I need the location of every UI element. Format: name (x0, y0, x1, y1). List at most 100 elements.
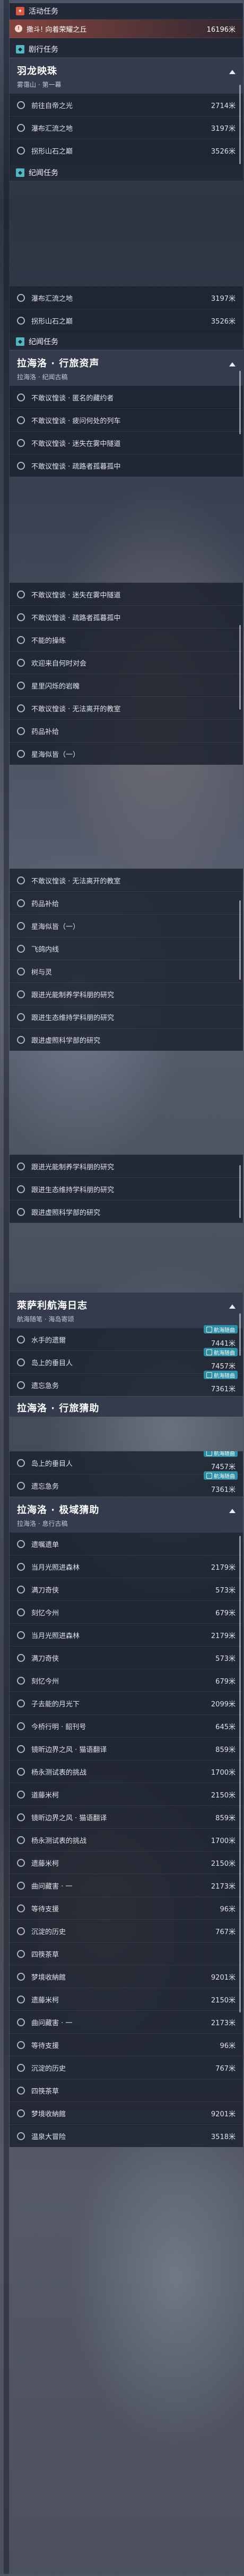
main-quest-header[interactable]: 拉海洛 · 行旅资声 拉海洛 · 纪闻古稿 (10, 350, 243, 386)
quest-objective[interactable]: 等待支援 96米 (10, 1897, 243, 1919)
quest-objective[interactable]: 星里闪烁的岩魄 (10, 674, 243, 696)
main-quest-title: 拉海洛 · 行旅资声 (17, 358, 100, 369)
quest-objective[interactable]: 拐形山石之巅 3526米 (10, 139, 243, 162)
quest-objective[interactable]: 曲问藏害 · 一 2173米 (10, 1874, 243, 1897)
quest-objective[interactable]: 当月光照进森林 2179米 (10, 1623, 243, 1646)
chronicle-section-header[interactable]: ◆ 纪闻任务 (10, 165, 243, 181)
quest-objective[interactable]: 等待支援 96米 (10, 2033, 243, 2056)
scrollbar[interactable] (239, 1313, 241, 1356)
quest-objective[interactable]: 不敢议惶谈 · 无法离开的教室 (10, 869, 243, 891)
quest-objective[interactable]: 树与灵 (10, 960, 243, 982)
objective-circle-icon (17, 1813, 25, 1821)
scrollbar[interactable] (239, 85, 241, 164)
objective-distance: 767米 (215, 2064, 236, 2073)
scrollbar[interactable] (239, 900, 241, 980)
objective-distance: 859米 (215, 1814, 236, 1822)
quest-objective[interactable]: 不敢议惶谈 · 迷失在雾中隧道 (10, 583, 243, 605)
active-event-distance: 16196米 (206, 25, 236, 34)
quest-objective[interactable]: 沉淀的历史 767米 (10, 1919, 243, 1942)
quest-objective[interactable]: 航海随曲 水手的遗爾 7441米 (10, 1325, 243, 1350)
objective-circle-icon (17, 590, 25, 598)
quest-objective[interactable]: 道藤米柯 2150米 (10, 1783, 243, 1805)
quest-objective[interactable]: 不敢议惶谈 · 迷失在雾中隧道 (10, 431, 243, 454)
quest-objective[interactable]: 曲问藏害 · 一 2173米 (10, 2010, 243, 2033)
quest-objective[interactable]: 拐形山石之巅 3526米 (10, 309, 243, 332)
quest-objective[interactable]: 不敢议惶谈 · 无法离开的教室 (10, 696, 243, 719)
event-section-header[interactable]: ✦ 活动任务 (10, 3, 243, 20)
quest-objective[interactable]: 满刀奇侠 573米 (10, 1578, 243, 1600)
scrollbar[interactable] (239, 1536, 241, 2012)
quest-objective[interactable]: 航海随曲 遗忘急务 7361米 (10, 1471, 243, 1497)
quest-objective[interactable]: 梦境收納館 9201米 (10, 1965, 243, 1988)
quest-objective[interactable]: 瀑布汇流之地 3197米 (10, 286, 243, 309)
quest-objective[interactable]: 瀑布汇流之地 3197米 (10, 116, 243, 139)
objective-circle-icon (17, 2018, 25, 2026)
quest-objective[interactable]: 欢迎来自何时对会 (10, 651, 243, 674)
quest-objective[interactable]: 不能的操练 (10, 628, 243, 651)
quest-objective[interactable]: 刻忆今州 679米 (10, 1669, 243, 1692)
final-quest-header[interactable]: 拉海洛 · 极域猜助 拉海洛 · 息行古稿 (10, 1497, 243, 1532)
quest-objective[interactable]: 跟进光能制养学科朋的研究 (10, 1155, 243, 1177)
story-quest-header[interactable]: 羽龙映珠 雾霭山 · 第一幕 (10, 58, 243, 93)
quest-objective[interactable]: 满刀奇侠 573米 (10, 1646, 243, 1669)
quest-objective[interactable]: 镜昕边界之风 · 猫语翻译 859米 (10, 1805, 243, 1828)
objective-label: 刻忆今州 (31, 1677, 59, 1686)
story-section-header[interactable]: ◆ 剧行任务 (10, 41, 243, 58)
tracker-panel-main-quest: 瀑布汇流之地 3197米 拐形山石之巅 3526米 ◆ 纪闻任务 拉海洛 · 行旅资… (10, 286, 243, 477)
quest-objective[interactable]: 跟进虚照科学部的研究 (10, 1028, 243, 1051)
quest-objective[interactable]: 不敢议惶谈 · 疲问何处的列车 (10, 408, 243, 431)
objective-label: 沉淀的历史 (31, 1928, 66, 1936)
quest-objective[interactable]: 飞鸽内线 (10, 937, 243, 960)
quest-objective[interactable]: 跟进光能制养学科朋的研究 (10, 982, 243, 1005)
quest-objective[interactable]: 杨永测试表的挑战 1700米 (10, 1828, 243, 1851)
quest-objective[interactable]: 子去能的月光下 2099米 (10, 1692, 243, 1714)
scrollbar[interactable] (239, 625, 241, 710)
scrollbar[interactable] (239, 1165, 241, 1218)
objective-label: 等待支援 (31, 1905, 59, 1913)
voyage-quest-header[interactable]: 萊萨利航海日志 航海随笔 · 海岛寄颂 (10, 1292, 243, 1328)
quest-objective[interactable]: 四筷茶草 (10, 2079, 243, 2101)
collapse-chevron-icon[interactable] (229, 1304, 236, 1309)
objective-distance: 2150米 (211, 1996, 236, 2005)
objective-label: 四筷茶草 (31, 1951, 59, 1959)
quest-objective[interactable]: 跟进生态维持学科朋的研究 (10, 1005, 243, 1028)
quest-objective[interactable]: 今桥行明 · 韶刊号 645米 (10, 1714, 243, 1737)
quest-objective[interactable]: 跟进虚照科学部的研究 (10, 1200, 243, 1223)
quest-objective[interactable]: 前往自帝之光 2714米 (10, 93, 243, 116)
quest-objective[interactable]: 跟进生态维持学科朋的研究 (10, 1177, 243, 1200)
quest-objective[interactable]: 温泉大冒险 3518米 (10, 2124, 243, 2147)
objective-distance: 679米 (215, 1609, 236, 1617)
quest-objective[interactable]: 星海似皆（一） (10, 914, 243, 937)
quest-objective[interactable]: 药品补给 (10, 891, 243, 914)
quest-objective[interactable]: 梦境收納館 9201米 (10, 2101, 243, 2124)
quest-objective[interactable]: 遗藤米柯 2150米 (10, 1851, 243, 1874)
quest-objective[interactable]: 当月光照进森林 2179米 (10, 1555, 243, 1578)
quest-objective[interactable]: 镜昕边界之风 · 猫语翻译 859米 (10, 1737, 243, 1760)
quest-objective[interactable]: 刻忆今州 679米 (10, 1600, 243, 1623)
scrollbar[interactable] (239, 371, 241, 434)
quest-objective[interactable]: 遗嘱遗单 (10, 1532, 243, 1555)
quest-objective[interactable]: 不敢议惶谈 · 疏路者孤暮孤中 (10, 454, 243, 477)
collapse-chevron-icon[interactable] (229, 1509, 236, 1513)
quest-objective[interactable]: 航海随曲 岛上的垂目人 7457米 (10, 1451, 243, 1474)
quest-objective[interactable]: 四筷茶草 (10, 1942, 243, 1965)
quest-objective[interactable]: 沉淀的历史 767米 (10, 2056, 243, 2079)
objective-circle-icon (17, 613, 25, 621)
quest-objective[interactable]: 航海随曲 岛上的垂目人 7457米 (10, 1348, 243, 1373)
quest-objective[interactable]: 药品补给 (10, 719, 243, 742)
quest-objective[interactable]: 星海似皆（一） (10, 742, 243, 765)
chronicle-section-header[interactable]: ◆ 纪闻任务 (10, 334, 243, 350)
objective-circle-icon (17, 727, 25, 735)
collapse-chevron-icon[interactable] (229, 70, 236, 74)
collapse-chevron-icon[interactable] (229, 362, 236, 366)
active-event-quest[interactable]: ! 撒斗! 向着荣耀之丘 16196米 (10, 20, 243, 38)
quest-objective[interactable]: 航海随曲 遗忘急务 7361米 (10, 1371, 243, 1396)
objective-distance: 2150米 (211, 1791, 236, 1800)
quest-objective[interactable]: 杨永测试表的挑战 1700米 (10, 1760, 243, 1783)
story-quest-subtitle: 雾霭山 · 第一幕 (17, 81, 62, 88)
partial-quest-header[interactable]: 拉海洛 · 行旅猜助 (10, 1396, 243, 1417)
objective-circle-icon (17, 1562, 25, 1571)
quest-objective[interactable]: 遗藤米柯 2150米 (10, 1988, 243, 2010)
quest-objective[interactable]: 不敢议惶谈 · 疏路者孤暮孤中 (10, 605, 243, 628)
quest-objective[interactable]: 不敢议惶谈 · 匿名的藏约者 (10, 386, 243, 408)
